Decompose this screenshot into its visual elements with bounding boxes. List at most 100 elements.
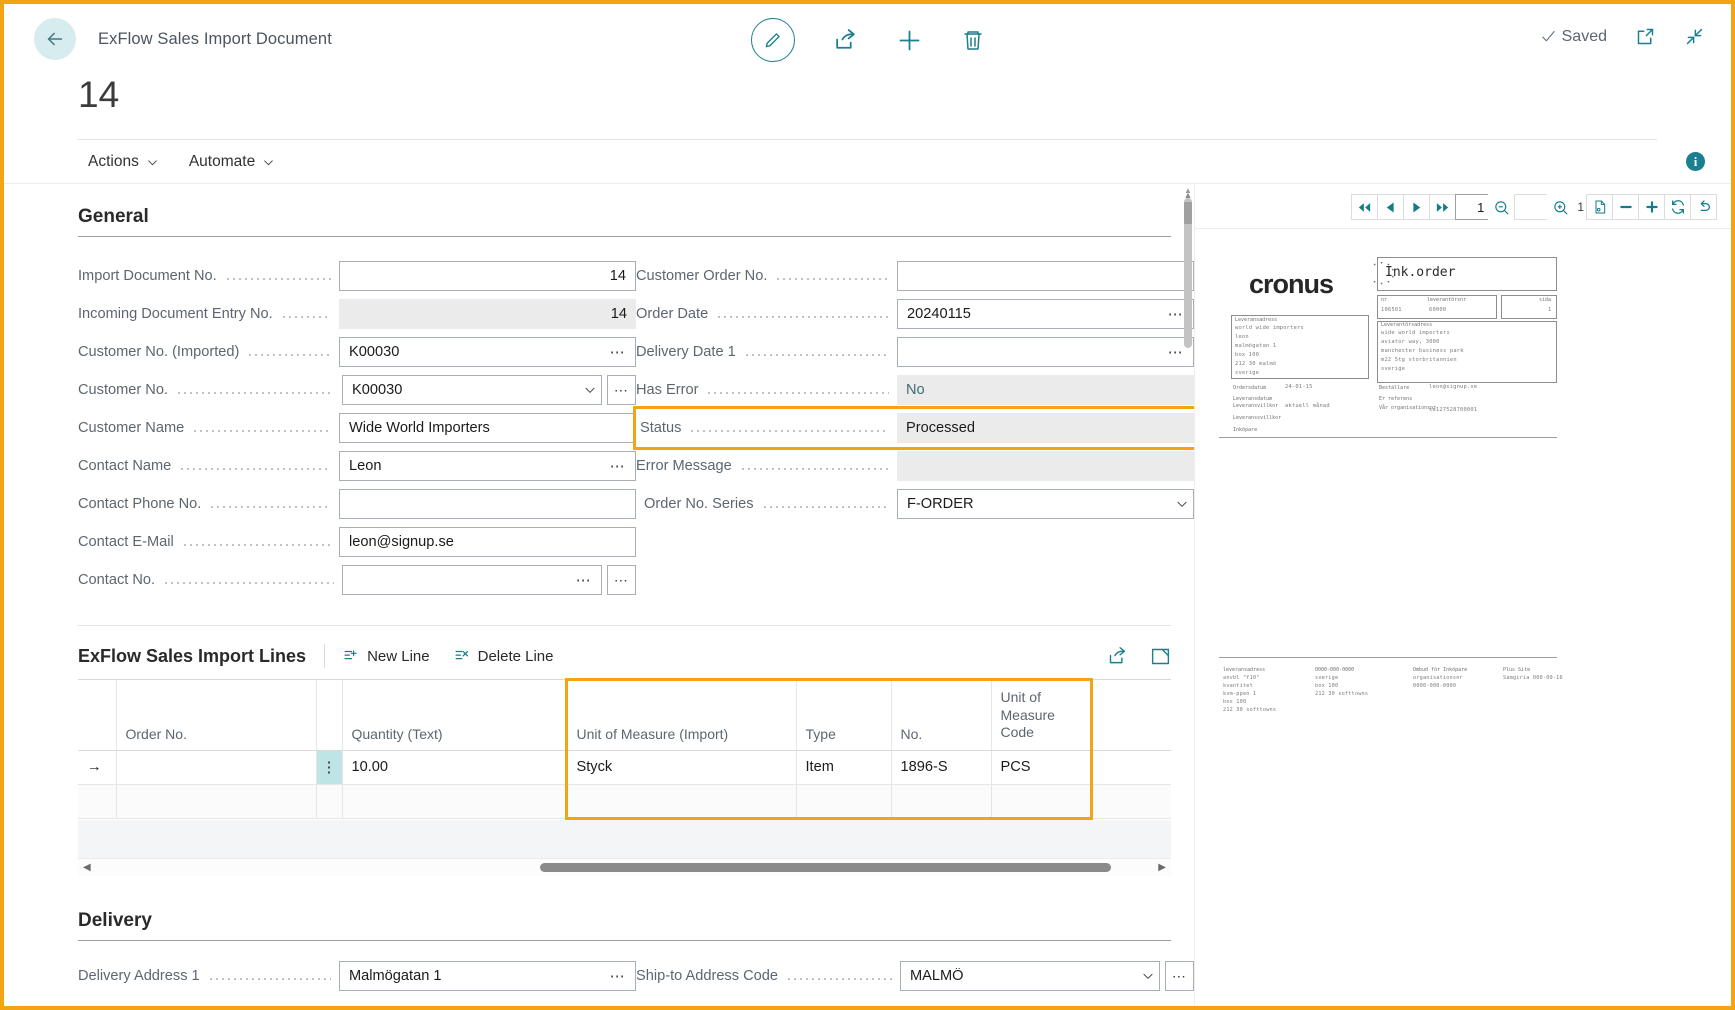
preview-left-meta-value-1: 24-01-15 <box>1285 384 1313 390</box>
cell[interactable] <box>991 784 1091 818</box>
customer-no-imported-input[interactable]: K00030 ⋯ <box>339 337 636 367</box>
cell[interactable] <box>1091 784 1171 818</box>
automate-menu[interactable]: Automate <box>189 153 275 171</box>
delivery-date-1-input[interactable]: ⋯ <box>897 337 1194 367</box>
cell-order-no[interactable] <box>116 750 316 784</box>
cell[interactable] <box>891 784 991 818</box>
table-row-empty[interactable] <box>78 784 1171 818</box>
plus-icon[interactable] <box>896 27 923 54</box>
assist-edit-icon[interactable]: ⋯ <box>576 571 592 589</box>
cell-no[interactable]: 1896-S <box>891 750 991 784</box>
row-options-icon[interactable]: ⋮ <box>316 750 342 784</box>
preview-footer-label-2: 0000-000-0000 <box>1315 667 1354 673</box>
refresh-button[interactable] <box>1664 194 1691 220</box>
customer-name-input[interactable]: Wide World Importers <box>339 413 636 443</box>
actions-menu[interactable]: Actions <box>88 153 159 171</box>
scroll-up-icon[interactable]: ▲ <box>1181 190 1195 200</box>
field-status: Status Processed <box>636 409 1194 447</box>
page-number-input[interactable]: 1 <box>1455 194 1489 220</box>
zoom-out-button[interactable] <box>1488 194 1515 220</box>
cell-type[interactable]: Item <box>796 750 891 784</box>
cell[interactable] <box>316 784 342 818</box>
contact-phone-no-input[interactable] <box>339 489 636 519</box>
cell[interactable] <box>566 784 796 818</box>
field-customer-no-imported: Customer No. (Imported) K00030 ⋯ <box>78 333 636 371</box>
contact-no-input[interactable]: ⋯ <box>342 565 602 595</box>
scroll-right-icon[interactable]: ▶ <box>1153 862 1171 873</box>
zoom-level-input[interactable] <box>1514 194 1548 220</box>
scroll-thumb[interactable] <box>540 863 1111 872</box>
contact-name-input[interactable]: Leon ⋯ <box>339 451 636 481</box>
th-no[interactable]: No. <box>891 680 991 751</box>
chevron-down-icon[interactable] <box>1141 969 1155 983</box>
preview-footer-label-1: leveransadress <box>1223 667 1265 673</box>
th-type[interactable]: Type <box>796 680 891 751</box>
last-page-button[interactable] <box>1429 194 1456 220</box>
scroll-track[interactable] <box>96 863 1154 872</box>
th-quantity-text[interactable]: Quantity (Text) <box>342 680 566 751</box>
undo-button[interactable] <box>1690 194 1717 220</box>
share-icon[interactable] <box>833 28 858 53</box>
field-order-date: Order Date 20240115 ⋯ <box>636 295 1194 333</box>
th-unit-of-measure-code[interactable]: Unit of Measure Code <box>991 680 1091 751</box>
chevron-down-icon[interactable] <box>583 383 597 397</box>
order-date-input[interactable]: 20240115 ⋯ <box>897 299 1194 329</box>
customer-no-lookup-button[interactable]: ⋯ <box>607 375 636 405</box>
delete-line-button[interactable]: Delete Line <box>454 648 554 665</box>
zoom-out-icon <box>1493 199 1510 216</box>
cell-extra[interactable] <box>1091 750 1171 784</box>
lines-horizontal-scrollbar[interactable]: ◀ ▶ <box>78 858 1171 876</box>
chevron-down-icon <box>146 156 159 169</box>
zoom-increase-button[interactable] <box>1638 194 1665 220</box>
zoom-in-button[interactable] <box>1547 194 1574 220</box>
trash-delete-icon[interactable] <box>961 28 985 52</box>
preview-left-address-line-1: world wide importers <box>1235 325 1304 331</box>
open-in-new-window-icon[interactable] <box>1635 26 1656 47</box>
import-document-no-input[interactable]: 14 <box>339 261 636 291</box>
cell[interactable] <box>342 784 566 818</box>
back-arrow-icon[interactable] <box>34 18 76 60</box>
cell-unit-of-measure-import[interactable]: Styck <box>566 750 796 784</box>
preview-right-meta-label-1: Beställare <box>1379 385 1409 391</box>
assist-edit-icon[interactable]: ⋯ <box>610 967 626 985</box>
zoom-decrease-button[interactable] <box>1612 194 1639 220</box>
delivery-address-1-input[interactable]: Malmögatan 1 ⋯ <box>339 961 636 991</box>
customer-order-no-input[interactable] <box>897 261 1194 291</box>
th-order-no[interactable]: Order No. <box>116 680 316 751</box>
contact-email-input[interactable]: leon@signup.se <box>339 527 636 557</box>
field-delivery-address-1: Delivery Address 1 Malmögatan 1 ⋯ <box>78 957 636 995</box>
contact-no-lookup-button[interactable]: ⋯ <box>607 565 636 595</box>
cell[interactable] <box>116 784 316 818</box>
first-page-button[interactable] <box>1351 194 1378 220</box>
new-line-button[interactable]: New Line <box>343 648 430 665</box>
field-customer-no: Customer No. K00030 ⋯ <box>78 371 636 409</box>
next-page-button[interactable] <box>1403 194 1430 220</box>
preview-document[interactable]: cronus Ink.order nr leverantörsnr sida <box>1217 251 1709 941</box>
field-import-document-no: Import Document No. 14 <box>78 257 636 295</box>
preview-left-meta-label-4: Leveranssvillkor <box>1233 415 1281 421</box>
preview-left-address-line-2: leon <box>1235 334 1249 340</box>
order-no-series-input[interactable]: F-ORDER <box>897 489 1194 519</box>
collapse-icon[interactable] <box>1684 26 1705 47</box>
assist-edit-icon[interactable]: ⋯ <box>610 457 626 475</box>
previous-page-button[interactable] <box>1377 194 1404 220</box>
lines-share-icon[interactable] <box>1107 646 1128 667</box>
table-row[interactable]: → ⋮ 10.00 Styck Item 1896-S PCS <box>78 750 1171 784</box>
th-unit-of-measure-import[interactable]: Unit of Measure (Import) <box>566 680 796 751</box>
pencil-edit-icon[interactable] <box>751 18 795 62</box>
assist-edit-icon[interactable]: ⋯ <box>610 343 626 361</box>
scroll-thumb[interactable] <box>1184 202 1192 224</box>
customer-no-input[interactable]: K00030 <box>342 375 602 405</box>
scroll-left-icon[interactable]: ◀ <box>78 862 96 873</box>
cell[interactable] <box>796 784 891 818</box>
ship-to-address-code-input[interactable]: MALMÖ <box>900 961 1160 991</box>
cell-quantity-text[interactable]: 10.00 <box>342 750 566 784</box>
preview-vertical-scrollbar[interactable]: ▲ <box>1181 190 1195 1010</box>
open-in-excel-icon[interactable] <box>1150 646 1171 667</box>
fit-page-button[interactable] <box>1586 194 1613 220</box>
preview-footer-left-3: kvm-ppen 1 <box>1223 691 1256 697</box>
undo-icon <box>1696 199 1712 215</box>
cell-unit-of-measure-code[interactable]: PCS <box>991 750 1091 784</box>
th-kebab <box>316 680 342 751</box>
info-icon[interactable]: i <box>1686 152 1705 171</box>
